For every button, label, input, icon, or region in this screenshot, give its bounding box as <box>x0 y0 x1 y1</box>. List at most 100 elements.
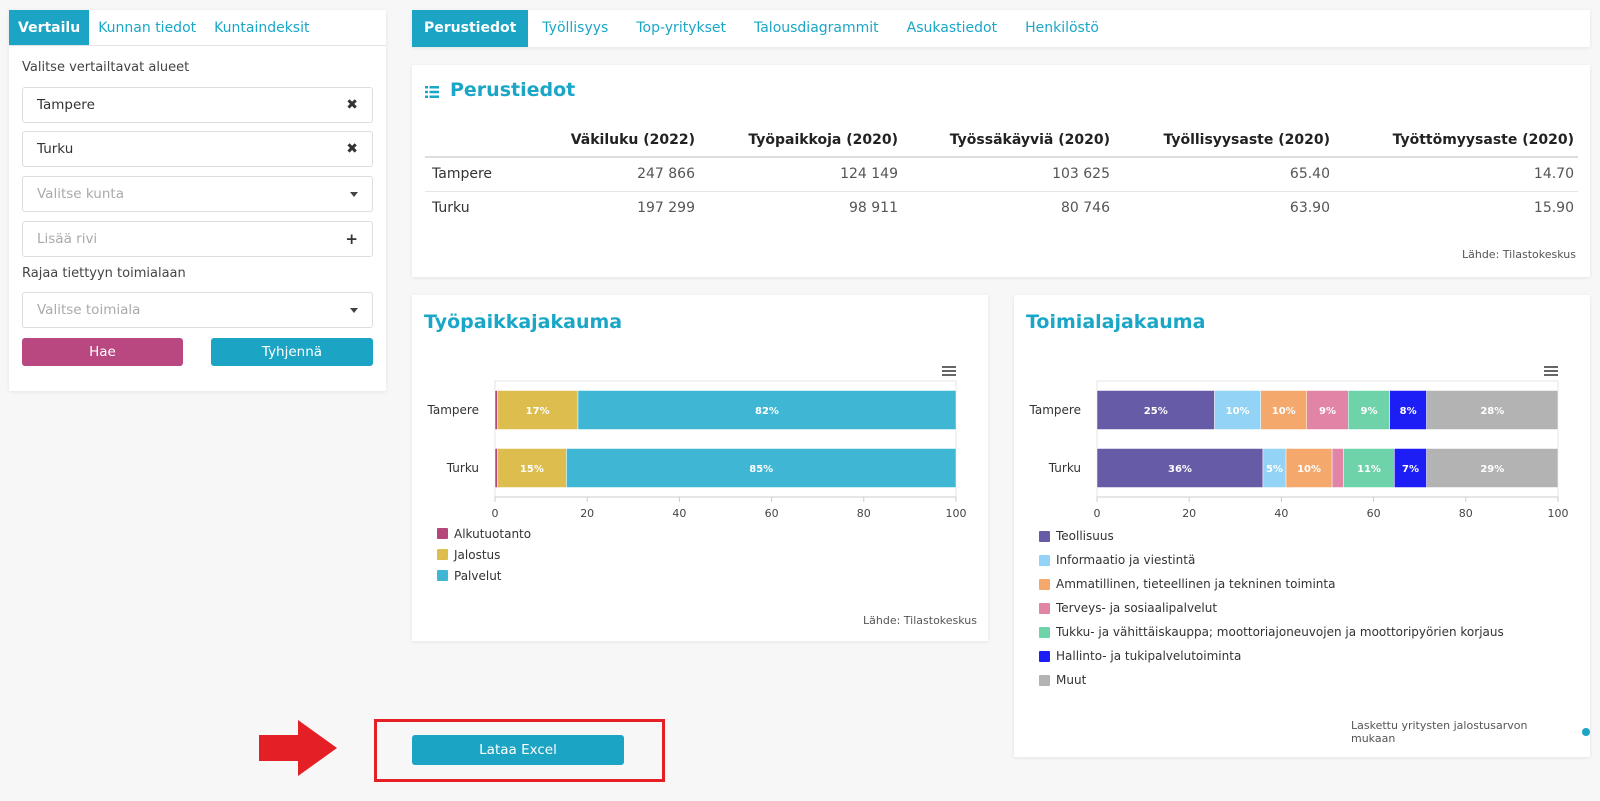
legend-label: Muut <box>1056 673 1087 687</box>
left-tabs: Vertailu Kunnan tiedot Kuntaindeksit <box>9 10 386 46</box>
chart-legend: Teollisuus Informaatio ja viestintä Ammati… <box>1039 524 1504 692</box>
column-header: Työssäkäyviä (2020) <box>902 123 1114 158</box>
legend-label: Teollisuus <box>1056 529 1114 543</box>
data-label: 9% <box>1319 406 1336 417</box>
data-label: 17% <box>526 406 550 417</box>
legend-swatch <box>437 570 448 581</box>
tab-tyollisyys[interactable]: Työllisyys <box>528 10 622 47</box>
tab-talousdiagrammit[interactable]: Talousdiagrammit <box>740 10 893 47</box>
add-row-field[interactable]: Lisää rivi + <box>22 221 373 257</box>
tick-label: 20 <box>580 507 594 520</box>
chevron-down-icon <box>350 307 358 313</box>
legend-item[interactable]: Alkutuotanto <box>437 523 531 544</box>
column-header: Työttömyysaste (2020) <box>1334 123 1578 158</box>
tab-vertailu[interactable]: Vertailu <box>9 10 90 45</box>
data-label: 25% <box>1144 406 1168 417</box>
perustiedot-card: Perustiedot Väkiluku (2022) Työpaikkoja … <box>412 65 1590 277</box>
toimialajakauma-card: Toimialajakauma Tampere 25% 10% 10% 9% 9% 8% 28… <box>1014 295 1590 757</box>
remove-icon[interactable]: ✖ <box>346 97 358 113</box>
tab-kunnan-tiedot[interactable]: Kunnan tiedot <box>89 10 205 45</box>
legend-item[interactable]: Tukku- ja vähittäiskauppa; moottoriajone… <box>1039 620 1504 644</box>
table-header-row: Väkiluku (2022) Työpaikkoja (2020) Työss… <box>425 123 1578 158</box>
list-icon <box>425 86 439 98</box>
plus-icon[interactable]: + <box>345 230 358 248</box>
legend-swatch <box>1039 554 1050 566</box>
municipality-select[interactable]: Valitse kunta <box>22 176 373 212</box>
chart-title: Työpaikkajakauma <box>424 311 623 333</box>
legend-swatch <box>437 528 448 539</box>
tick-label: 60 <box>1367 507 1381 520</box>
data-label: 82% <box>755 406 779 417</box>
column-header: Väkiluku (2022) <box>535 123 699 158</box>
data-label: 10% <box>1297 464 1321 475</box>
add-row-placeholder: Lisää rivi <box>37 231 98 247</box>
column-header: Työpaikkoja (2020) <box>699 123 902 158</box>
tick-label: 20 <box>1182 507 1196 520</box>
legend-item[interactable]: Ammatillinen, tieteellinen ja tekninen t… <box>1039 572 1504 596</box>
data-label: 9% <box>1360 406 1377 417</box>
tick-label: 80 <box>1459 507 1473 520</box>
data-label: 10% <box>1226 406 1250 417</box>
legend-item[interactable]: Hallinto- ja tukipalvelutoiminta <box>1039 644 1504 668</box>
region-name: Tampere <box>37 97 95 113</box>
legend-label: Alkutuotanto <box>454 526 532 541</box>
legend-item[interactable]: Jalostus <box>437 544 531 565</box>
info-icon[interactable] <box>1582 728 1590 736</box>
tab-asukastiedot[interactable]: Asukastiedot <box>893 10 1011 47</box>
tick-label: 0 <box>492 507 499 520</box>
download-excel-button[interactable]: Lataa Excel <box>412 735 624 765</box>
table-row: Tampere 247 866 124 149 103 625 65.40 14… <box>425 157 1578 192</box>
table-cell: Turku <box>432 200 470 217</box>
chart-note: Laskettu yritysten jalostusarvon mukaan <box>1351 719 1590 745</box>
legend-swatch <box>437 549 448 560</box>
data-label: 11% <box>1357 464 1381 475</box>
tick-label: 60 <box>765 507 779 520</box>
comparison-panel: Vertailu Kunnan tiedot Kuntaindeksit Val… <box>9 10 386 391</box>
legend-label: Terveys- ja sosiaalipalvelut <box>1056 601 1218 615</box>
legend-item[interactable]: Teollisuus <box>1039 524 1504 548</box>
category-label: Tampere <box>1029 403 1081 417</box>
table-cell: 197 299 <box>637 200 695 217</box>
note-text: Laskettu yritysten jalostusarvon mukaan <box>1351 719 1528 745</box>
table-cell: Tampere <box>425 157 535 192</box>
main-tabs: Perustiedot Työllisyys Top-yritykset Tal… <box>412 10 1590 47</box>
tab-top-yritykset[interactable]: Top-yritykset <box>622 10 740 47</box>
region-chip-tampere[interactable]: Tampere ✖ <box>22 87 373 123</box>
clear-button[interactable]: Tyhjennä <box>211 338 373 366</box>
column-header: Työllisyysaste (2020) <box>1114 123 1334 158</box>
legend-label: Informaatio ja viestintä <box>1056 553 1196 567</box>
data-label: 10% <box>1272 406 1296 417</box>
legend-item[interactable]: Palvelut <box>437 565 531 586</box>
region-chip-turku[interactable]: Turku ✖ <box>22 131 373 167</box>
search-button[interactable]: Hae <box>22 338 183 366</box>
legend-swatch <box>1039 626 1050 638</box>
industry-select[interactable]: Valitse toimiala <box>22 292 373 328</box>
legend-item[interactable]: Terveys- ja sosiaalipalvelut <box>1039 596 1504 620</box>
remove-icon[interactable]: ✖ <box>346 141 358 157</box>
legend-swatch <box>1039 578 1050 590</box>
tab-kuntaindeksit[interactable]: Kuntaindeksit <box>205 10 318 45</box>
page-title: Perustiedot <box>450 79 576 101</box>
data-label: 28% <box>1480 406 1504 417</box>
table-cell: 63.90 <box>1289 200 1330 217</box>
tab-henkilosto[interactable]: Henkilöstö <box>1011 10 1113 47</box>
bar-segment <box>494 448 498 488</box>
data-label: 8% <box>1400 406 1417 417</box>
data-label: 85% <box>749 464 773 475</box>
category-label: Tampere <box>427 403 479 417</box>
municipality-placeholder: Valitse kunta <box>37 186 124 202</box>
tick-label: 0 <box>1094 507 1101 520</box>
table-cell: 98 911 <box>849 200 898 217</box>
tick-label: 80 <box>857 507 871 520</box>
legend-item[interactable]: Muut <box>1039 668 1504 692</box>
column-header <box>425 123 535 158</box>
data-label: 36% <box>1168 464 1192 475</box>
data-label: 7% <box>1402 464 1419 475</box>
tab-perustiedot[interactable]: Perustiedot <box>412 10 529 47</box>
tick-label: 40 <box>1274 507 1288 520</box>
legend-item[interactable]: Informaatio ja viestintä <box>1039 548 1504 572</box>
tick-label: 100 <box>946 507 967 520</box>
legend-swatch <box>1039 650 1050 662</box>
red-arrow-icon <box>259 720 337 776</box>
tick-label: 100 <box>1548 507 1569 520</box>
